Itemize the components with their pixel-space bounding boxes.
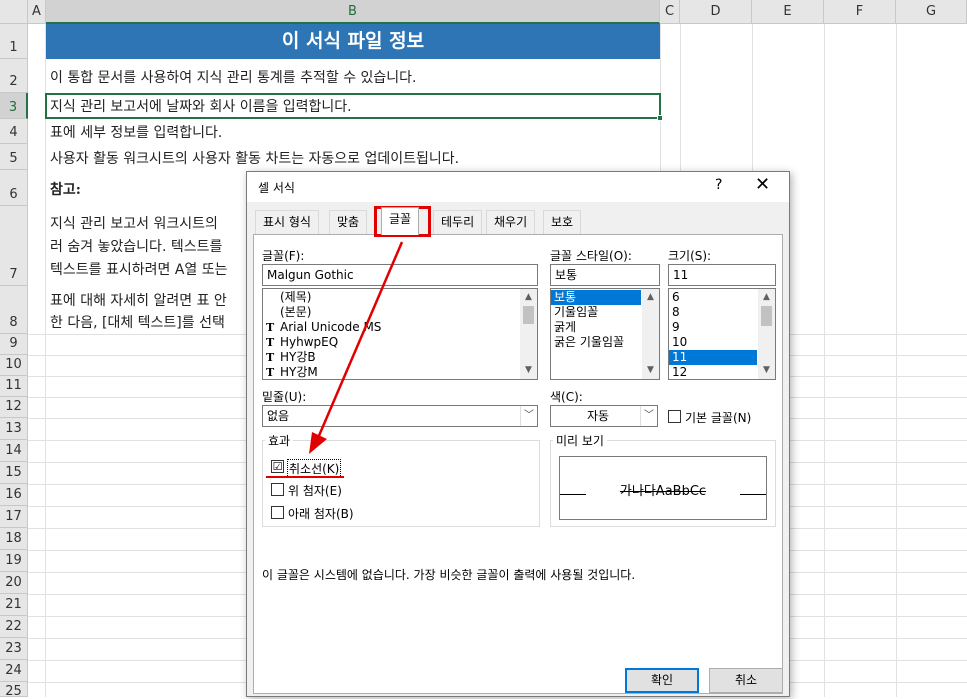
annotation-arrow xyxy=(309,241,404,454)
annotation-underline xyxy=(266,476,344,478)
tab-font[interactable]: 글꼴 xyxy=(381,207,420,235)
